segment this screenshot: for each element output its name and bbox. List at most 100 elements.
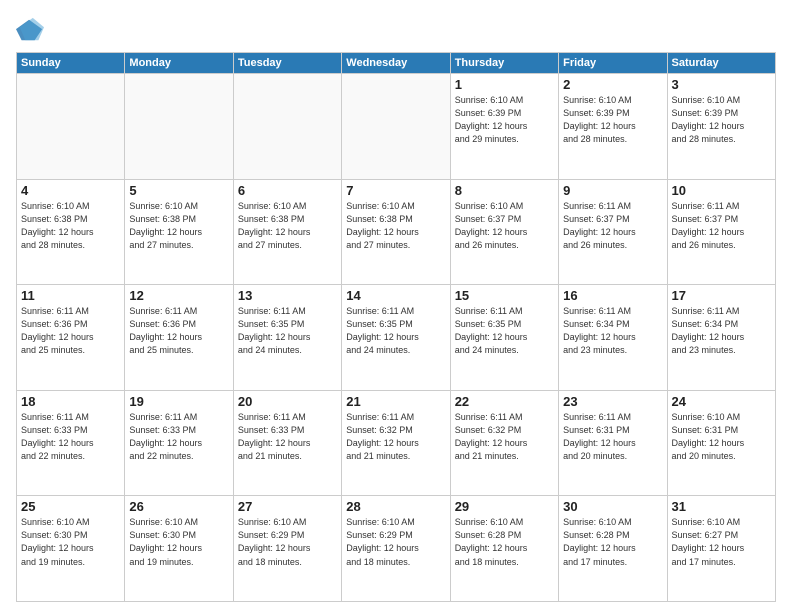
day-detail: Sunrise: 6:10 AM Sunset: 6:38 PM Dayligh… (129, 200, 228, 252)
day-number: 7 (346, 183, 445, 198)
day-cell: 18Sunrise: 6:11 AM Sunset: 6:33 PM Dayli… (17, 390, 125, 496)
day-cell: 11 Sunrise: 6:11 AM Sunset: 6:36 PM Dayli… (17, 285, 125, 391)
day-cell: 7 Sunrise: 6:10 AM Sunset: 6:38 PM Daylig… (342, 179, 450, 285)
day-cell: 25 Sunrise: 6:10 AM Sunset: 6:30 PM Dayli… (17, 496, 125, 602)
day-number: 18 (21, 394, 120, 409)
day-detail: Sunrise: 6:10 AM Sunset: 6:28 PM Dayligh… (455, 516, 554, 568)
day-detail: Sunrise: 6:11 AM Sunset: 6:31 PM Dayligh… (563, 411, 662, 463)
day-detail: Sunrise: 6:11 AM Sunset: 6:37 PM Dayligh… (563, 200, 662, 252)
day-header-monday: Monday (125, 53, 233, 74)
day-number: 3 (672, 77, 771, 92)
day-detail: Sunrise: 6:10 AM Sunset: 6:29 PM Dayligh… (238, 516, 337, 568)
day-number: 23 (563, 394, 662, 409)
day-detail: Sunrise: 6:11 AM Sunset: 6:35 PM Dayligh… (346, 305, 445, 357)
day-cell (125, 74, 233, 180)
day-number: 25 (21, 499, 120, 514)
day-cell: 13 Sunrise: 6:11 AM Sunset: 6:35 PM Dayli… (233, 285, 341, 391)
day-cell: 17Sunrise: 6:11 AM Sunset: 6:34 PM Dayli… (667, 285, 775, 391)
day-header-thursday: Thursday (450, 53, 558, 74)
day-detail: Sunrise: 6:11 AM Sunset: 6:32 PM Dayligh… (455, 411, 554, 463)
day-cell: 9 Sunrise: 6:11 AM Sunset: 6:37 PM Daylig… (559, 179, 667, 285)
day-detail: Sunrise: 6:10 AM Sunset: 6:39 PM Dayligh… (455, 94, 554, 146)
day-number: 1 (455, 77, 554, 92)
day-number: 15 (455, 288, 554, 303)
day-cell: 29Sunrise: 6:10 AM Sunset: 6:28 PM Dayli… (450, 496, 558, 602)
day-detail: Sunrise: 6:11 AM Sunset: 6:33 PM Dayligh… (238, 411, 337, 463)
day-detail: Sunrise: 6:10 AM Sunset: 6:31 PM Dayligh… (672, 411, 771, 463)
day-number: 16 (563, 288, 662, 303)
day-detail: Sunrise: 6:10 AM Sunset: 6:29 PM Dayligh… (346, 516, 445, 568)
day-number: 6 (238, 183, 337, 198)
day-header-saturday: Saturday (667, 53, 775, 74)
day-cell (342, 74, 450, 180)
day-cell: 31Sunrise: 6:10 AM Sunset: 6:27 PM Dayli… (667, 496, 775, 602)
day-detail: Sunrise: 6:11 AM Sunset: 6:35 PM Dayligh… (455, 305, 554, 357)
page: SundayMondayTuesdayWednesdayThursdayFrid… (0, 0, 792, 612)
day-cell: 22 Sunrise: 6:11 AM Sunset: 6:32 PM Dayli… (450, 390, 558, 496)
day-number: 27 (238, 499, 337, 514)
day-cell: 26 Sunrise: 6:10 AM Sunset: 6:30 PM Dayli… (125, 496, 233, 602)
header-row: SundayMondayTuesdayWednesdayThursdayFrid… (17, 53, 776, 74)
day-detail: Sunrise: 6:11 AM Sunset: 6:34 PM Dayligh… (563, 305, 662, 357)
day-cell: 28 Sunrise: 6:10 AM Sunset: 6:29 PM Dayli… (342, 496, 450, 602)
day-number: 2 (563, 77, 662, 92)
week-row-0: 1 Sunrise: 6:10 AM Sunset: 6:39 PM Daylig… (17, 74, 776, 180)
day-detail: Sunrise: 6:10 AM Sunset: 6:28 PM Dayligh… (563, 516, 662, 568)
logo (16, 16, 48, 44)
week-row-1: 4 Sunrise: 6:10 AM Sunset: 6:38 PM Daylig… (17, 179, 776, 285)
day-number: 5 (129, 183, 228, 198)
day-number: 24 (672, 394, 771, 409)
day-number: 26 (129, 499, 228, 514)
day-detail: Sunrise: 6:11 AM Sunset: 6:36 PM Dayligh… (21, 305, 120, 357)
day-detail: Sunrise: 6:10 AM Sunset: 6:30 PM Dayligh… (21, 516, 120, 568)
day-detail: Sunrise: 6:10 AM Sunset: 6:38 PM Dayligh… (21, 200, 120, 252)
day-cell: 14 Sunrise: 6:11 AM Sunset: 6:35 PM Dayli… (342, 285, 450, 391)
day-cell: 10Sunrise: 6:11 AM Sunset: 6:37 PM Dayli… (667, 179, 775, 285)
day-detail: Sunrise: 6:10 AM Sunset: 6:30 PM Dayligh… (129, 516, 228, 568)
day-number: 28 (346, 499, 445, 514)
day-cell: 15 Sunrise: 6:11 AM Sunset: 6:35 PM Dayli… (450, 285, 558, 391)
day-cell (17, 74, 125, 180)
day-number: 17 (672, 288, 771, 303)
day-cell: 1 Sunrise: 6:10 AM Sunset: 6:39 PM Daylig… (450, 74, 558, 180)
day-number: 19 (129, 394, 228, 409)
day-number: 11 (21, 288, 120, 303)
day-cell: 27 Sunrise: 6:10 AM Sunset: 6:29 PM Dayli… (233, 496, 341, 602)
day-number: 10 (672, 183, 771, 198)
logo-icon (16, 16, 44, 44)
day-cell: 23 Sunrise: 6:11 AM Sunset: 6:31 PM Dayli… (559, 390, 667, 496)
header (16, 16, 776, 44)
day-detail: Sunrise: 6:10 AM Sunset: 6:39 PM Dayligh… (563, 94, 662, 146)
day-header-tuesday: Tuesday (233, 53, 341, 74)
day-detail: Sunrise: 6:11 AM Sunset: 6:32 PM Dayligh… (346, 411, 445, 463)
day-detail: Sunrise: 6:11 AM Sunset: 6:33 PM Dayligh… (129, 411, 228, 463)
day-cell: 8 Sunrise: 6:10 AM Sunset: 6:37 PM Daylig… (450, 179, 558, 285)
day-cell (233, 74, 341, 180)
calendar: SundayMondayTuesdayWednesdayThursdayFrid… (16, 52, 776, 602)
day-number: 31 (672, 499, 771, 514)
day-detail: Sunrise: 6:10 AM Sunset: 6:38 PM Dayligh… (346, 200, 445, 252)
day-number: 13 (238, 288, 337, 303)
day-number: 8 (455, 183, 554, 198)
day-number: 4 (21, 183, 120, 198)
day-cell: 5 Sunrise: 6:10 AM Sunset: 6:38 PM Daylig… (125, 179, 233, 285)
day-cell: 19 Sunrise: 6:11 AM Sunset: 6:33 PM Dayli… (125, 390, 233, 496)
day-header-sunday: Sunday (17, 53, 125, 74)
day-number: 9 (563, 183, 662, 198)
day-cell: 20 Sunrise: 6:11 AM Sunset: 6:33 PM Dayli… (233, 390, 341, 496)
day-detail: Sunrise: 6:11 AM Sunset: 6:35 PM Dayligh… (238, 305, 337, 357)
day-cell: 24 Sunrise: 6:10 AM Sunset: 6:31 PM Dayli… (667, 390, 775, 496)
day-number: 20 (238, 394, 337, 409)
day-detail: Sunrise: 6:10 AM Sunset: 6:37 PM Dayligh… (455, 200, 554, 252)
day-header-wednesday: Wednesday (342, 53, 450, 74)
day-cell: 21 Sunrise: 6:11 AM Sunset: 6:32 PM Dayli… (342, 390, 450, 496)
day-number: 22 (455, 394, 554, 409)
day-number: 21 (346, 394, 445, 409)
day-detail: Sunrise: 6:11 AM Sunset: 6:36 PM Dayligh… (129, 305, 228, 357)
day-cell: 6 Sunrise: 6:10 AM Sunset: 6:38 PM Daylig… (233, 179, 341, 285)
week-row-4: 25 Sunrise: 6:10 AM Sunset: 6:30 PM Dayli… (17, 496, 776, 602)
day-cell: 3 Sunrise: 6:10 AM Sunset: 6:39 PM Daylig… (667, 74, 775, 180)
day-detail: Sunrise: 6:10 AM Sunset: 6:38 PM Dayligh… (238, 200, 337, 252)
day-number: 14 (346, 288, 445, 303)
day-detail: Sunrise: 6:10 AM Sunset: 6:39 PM Dayligh… (672, 94, 771, 146)
